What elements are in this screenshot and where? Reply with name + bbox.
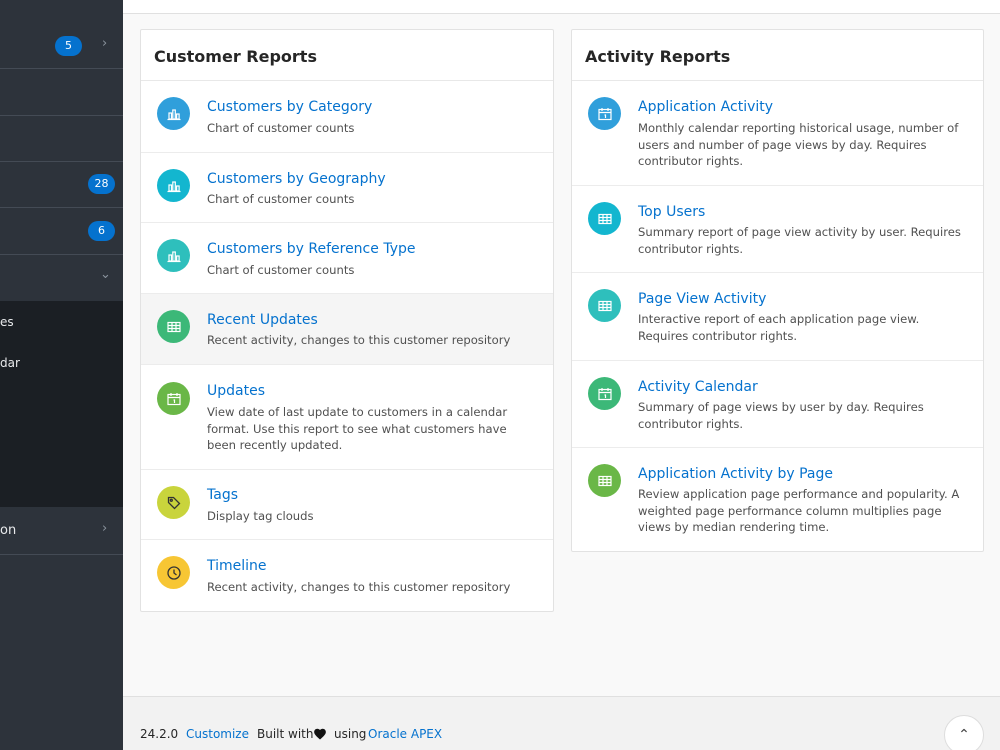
calendar-icon [588,377,621,410]
table-icon [588,202,621,235]
report-description: Recent activity, changes to this custome… [207,333,511,347]
table-icon [588,289,621,322]
calendar-icon [588,97,621,130]
using-text: using [334,727,367,741]
chevron-down-icon: ⌄ [100,267,111,282]
report-description: Chart of customer counts [207,121,355,135]
sidebar-item-3[interactable] [0,116,123,162]
report-title-link[interactable]: Recent Updates [207,312,318,328]
bar-chart-icon [157,239,190,272]
sidebar-item-1[interactable]: 5 › [0,0,123,69]
bar-chart-icon [157,169,190,202]
report-description: Summary report of page view activity by … [638,225,961,256]
report-title-link[interactable]: Customers by Category [207,99,372,115]
report-title-link[interactable]: Top Users [638,204,705,220]
clock-icon [157,556,190,589]
calendar-icon [157,382,190,415]
customize-link[interactable]: Customize [186,727,249,741]
sidebar-item-label: on [0,523,17,538]
footer: 24.2.0 Customize Built with using Oracle… [123,696,1000,750]
chevron-right-icon: › [102,36,108,51]
subnav-item-1[interactable]: es [0,315,14,329]
count-badge: 28 [88,174,115,194]
report-description: Review application page performance and … [638,487,960,534]
report-list-item[interactable]: Updates View date of last update to custo… [141,365,553,470]
report-list-item[interactable]: Customers by Geography Chart of customer … [141,153,553,223]
version-text: 24.2.0 [140,727,179,741]
report-list-item[interactable]: Timeline Recent activity, changes to this… [141,540,553,612]
report-list-item[interactable]: Customers by Category Chart of customer c… [141,82,553,153]
bar-chart-icon [157,97,190,130]
report-list-item[interactable]: Top Users Summary report of page view act… [572,186,983,273]
activity-reports-card: Activity Reports Application Activity Mon… [571,29,984,552]
report-title-link[interactable]: Application Activity by Page [638,466,833,482]
report-list-item[interactable]: Activity Calendar Summary of page views b… [572,361,983,448]
report-title-link[interactable]: Application Activity [638,99,773,115]
sidebar-item-7[interactable]: on › [0,507,123,555]
report-description: Monthly calendar reporting historical us… [638,121,959,168]
sidebar-item-6[interactable]: ⌄ [0,255,123,301]
report-description: Display tag clouds [207,509,314,523]
report-title-link[interactable]: Customers by Geography [207,171,386,187]
report-description: Summary of page views by user by day. Re… [638,400,924,431]
sidebar-item-5[interactable]: 6 [0,208,123,255]
report-list-item[interactable]: Application Activity Monthly calendar rep… [572,82,983,186]
built-with-text: Built with [257,727,314,741]
report-title-link[interactable]: Updates [207,383,265,399]
table-icon [588,464,621,497]
report-description: Interactive report of each application p… [638,312,920,343]
card-title: Activity Reports [572,30,983,81]
report-description: Chart of customer counts [207,192,355,206]
subnav-item-2[interactable]: dar [0,356,20,370]
header-bar [123,0,1000,14]
report-title-link[interactable]: Tags [207,487,238,503]
heart-icon [314,728,326,740]
chevron-up-icon: ⌃ [958,727,970,743]
report-title-link[interactable]: Page View Activity [638,291,766,307]
report-list-item[interactable]: Recent Updates Recent activity, changes t… [141,294,553,365]
report-title-link[interactable]: Timeline [207,558,267,574]
report-list-item[interactable]: Application Activity by Page Review appli… [572,448,983,552]
report-list-item[interactable]: Tags Display tag clouds [141,470,553,540]
tag-icon [157,486,190,519]
table-icon [157,310,190,343]
report-description: View date of last update to customers in… [207,405,508,452]
report-description: Recent activity, changes to this custome… [207,580,511,594]
scroll-to-top-button[interactable]: ⌃ [944,715,984,750]
oracle-apex-link[interactable]: Oracle APEX [368,727,442,741]
report-description: Chart of customer counts [207,263,355,277]
report-list-item[interactable]: Page View Activity Interactive report of … [572,273,983,361]
sidebar-item-2[interactable] [0,69,123,116]
card-title: Customer Reports [141,30,553,81]
report-list-item[interactable]: Customers by Reference Type Chart of cust… [141,223,553,294]
count-badge: 5 [55,36,82,56]
sidebar-subnav: es dar [0,301,123,507]
sidebar-item-4[interactable]: 28 [0,162,123,208]
chevron-right-icon: › [102,521,108,536]
count-badge: 6 [88,221,115,241]
customer-reports-card: Customer Reports Customers by Category Ch… [140,29,554,612]
report-title-link[interactable]: Customers by Reference Type [207,241,415,257]
sidebar-nav: 5 › 28 6 ⌄ es dar on › [0,0,123,750]
report-title-link[interactable]: Activity Calendar [638,379,758,395]
